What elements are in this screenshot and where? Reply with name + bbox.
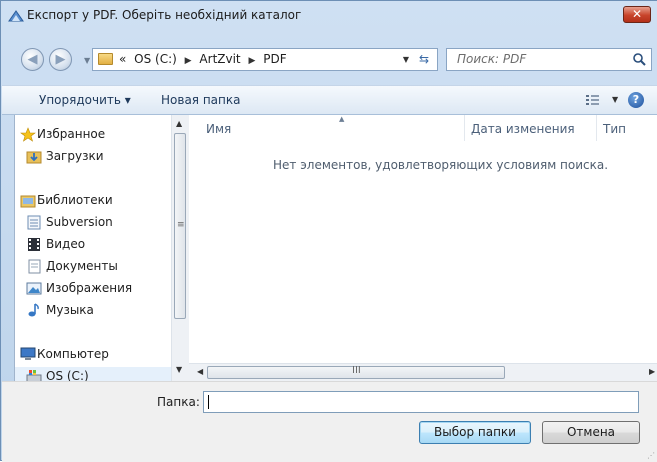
sidebar-item-label: Видео	[46, 237, 86, 251]
navigation-pane: Избранное Загрузки Библиотеки Subversion…	[15, 115, 171, 381]
sidebar-item-computer[interactable]: Компьютер	[15, 345, 171, 365]
computer-icon	[20, 347, 36, 360]
file-list-scrollbar[interactable]: ◀ III ▶	[189, 363, 657, 382]
pictures-icon	[26, 282, 42, 295]
navigation-bar: ◀ ▶ ▼ « OS (C:) ▶ ArtZvit ▶ PDF ▼ ⇆ Поис…	[1, 44, 657, 76]
dialog-footer: Папка: Выбор папки Отмена	[2, 381, 657, 462]
sidebar-item-pictures[interactable]: Изображения	[15, 279, 171, 299]
breadcrumb-overflow[interactable]: «	[119, 52, 126, 66]
refresh-button[interactable]: ⇆	[415, 52, 433, 67]
scrollbar-thumb[interactable]: ≡	[174, 133, 186, 319]
close-button[interactable]: ✕	[623, 6, 651, 23]
app-icon	[8, 10, 24, 22]
scroll-left-icon[interactable]: ◀	[197, 367, 203, 376]
refresh-icon: ⇆	[418, 52, 430, 66]
sidebar-item-downloads[interactable]: Загрузки	[15, 147, 171, 167]
folder-icon	[98, 53, 113, 65]
views-dropdown-icon[interactable]: ▼	[612, 95, 618, 104]
column-divider[interactable]	[596, 115, 597, 141]
back-button[interactable]: ◀	[21, 48, 44, 71]
scroll-grip-icon: ≡	[177, 220, 185, 230]
forward-button[interactable]: ▶	[49, 48, 72, 71]
back-arrow-icon: ◀	[27, 52, 38, 67]
forward-arrow-icon: ▶	[55, 52, 66, 67]
address-bar[interactable]: « OS (C:) ▶ ArtZvit ▶ PDF ▼ ⇆	[92, 48, 438, 71]
sidebar-item-label: Изображения	[46, 281, 133, 295]
folder-label: Папка:	[157, 395, 200, 409]
column-header-date[interactable]: Дата изменения	[471, 122, 575, 136]
sort-ascending-icon: ▲	[339, 115, 345, 123]
sidebar-item-label: Библиотеки	[37, 193, 113, 207]
breadcrumb-drive[interactable]: OS (C:)	[134, 52, 177, 66]
cancel-button[interactable]: Отмена	[542, 421, 640, 444]
downloads-folder-icon	[26, 151, 42, 164]
sidebar-item-label: Subversion	[46, 215, 113, 229]
resize-grip-icon[interactable]: ⋰	[647, 451, 655, 460]
select-folder-button[interactable]: Выбор папки	[419, 421, 531, 444]
empty-folder-message: Нет элементов, удовлетворяющих условиям …	[273, 158, 609, 172]
folder-name-input[interactable]	[203, 391, 639, 413]
dialog-window: Експорт у PDF. Оберіть необхідний катало…	[0, 0, 657, 462]
drive-icon	[26, 370, 42, 381]
sidebar-item-label: Загрузки	[46, 149, 104, 163]
sidebar-scrollbar[interactable]: ▲ ≡ ▼	[171, 115, 189, 381]
file-list-pane[interactable]: ▲ Имя Дата изменения Тип Нет элементов, …	[189, 115, 657, 381]
column-header-type[interactable]: Тип	[603, 122, 626, 136]
browser-area: Избранное Загрузки Библиотеки Subversion…	[14, 115, 657, 382]
search-icon[interactable]	[632, 52, 647, 67]
libraries-icon	[20, 195, 36, 208]
new-folder-button[interactable]: Новая папка	[161, 93, 240, 107]
sidebar-item-label: Избранное	[37, 127, 106, 141]
organize-button[interactable]: Упорядочить ▾	[39, 93, 131, 107]
text-cursor	[208, 395, 209, 409]
music-icon	[28, 303, 39, 317]
views-icon[interactable]	[585, 94, 605, 106]
sidebar-item-label: Музыка	[46, 303, 94, 317]
window-title: Експорт у PDF. Оберіть необхідний катало…	[27, 8, 302, 22]
star-icon	[20, 127, 36, 142]
scroll-grip-icon: III	[352, 365, 361, 376]
breadcrumb-pdf[interactable]: PDF	[263, 52, 286, 66]
search-input[interactable]: Поиск: PDF	[457, 52, 526, 66]
sidebar-item-video[interactable]: Видео	[15, 235, 171, 255]
sidebar-item-drive-c[interactable]: OS (C:)	[15, 367, 171, 381]
breadcrumb: « OS (C:) ▶ ArtZvit ▶ PDF	[119, 52, 291, 66]
sidebar-item-label: Компьютер	[37, 347, 109, 361]
video-icon	[28, 238, 40, 251]
sidebar-item-libraries[interactable]: Библиотеки	[15, 191, 171, 211]
help-icon[interactable]: ?	[628, 92, 644, 108]
sidebar-item-subversion[interactable]: Subversion	[15, 213, 171, 233]
scroll-up-icon[interactable]: ▲	[176, 119, 182, 128]
breadcrumb-separator-icon[interactable]: ▶	[248, 56, 255, 66]
sidebar-item-favorites[interactable]: Избранное	[15, 125, 171, 145]
sidebar-item-label: Документы	[46, 259, 118, 273]
sidebar-item-documents[interactable]: Документы	[15, 257, 171, 277]
sidebar-item-music[interactable]: Музыка	[15, 301, 171, 321]
recent-pages-dropdown-icon[interactable]: ▼	[84, 56, 90, 65]
breadcrumb-artzvit[interactable]: ArtZvit	[199, 52, 240, 66]
sidebar-item-label: OS (C:)	[46, 369, 89, 381]
command-bar: Упорядочить ▾ Новая папка ▼ ?	[2, 85, 657, 115]
documents-icon	[28, 259, 41, 274]
breadcrumb-separator-icon[interactable]: ▶	[185, 56, 192, 66]
address-dropdown-icon[interactable]: ▼	[403, 55, 409, 64]
scroll-right-icon[interactable]: ▶	[649, 367, 655, 376]
column-divider[interactable]	[464, 115, 465, 141]
search-box[interactable]: Поиск: PDF	[446, 48, 652, 71]
document-library-icon	[27, 215, 41, 230]
column-header-name[interactable]: Имя	[206, 122, 231, 136]
scroll-down-icon[interactable]: ▼	[176, 365, 182, 374]
scrollbar-thumb[interactable]: III	[207, 365, 505, 379]
title-bar[interactable]: Експорт у PDF. Оберіть необхідний катало…	[1, 1, 657, 31]
